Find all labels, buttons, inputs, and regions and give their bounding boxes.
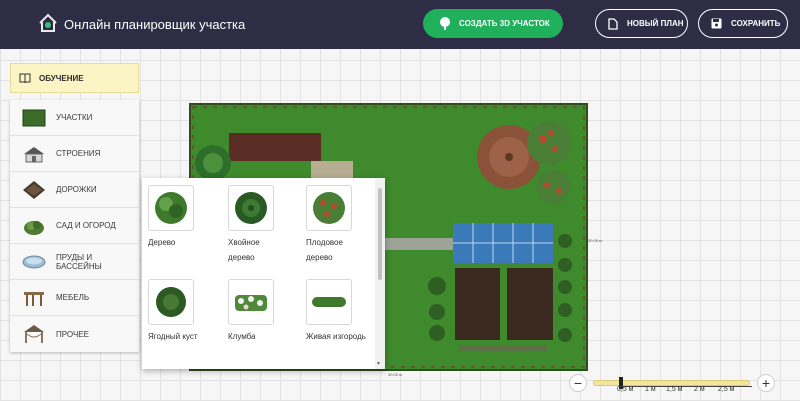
catalog-item-label: Ягодный куст <box>148 332 198 341</box>
greenhouse[interactable] <box>453 223 553 263</box>
zoom-out-button[interactable]: − <box>569 374 587 392</box>
create-3d-label: СОЗДАТЬ 3D УЧАСТОК <box>459 19 550 28</box>
plus-icon: + <box>761 375 771 391</box>
gazebo-icon <box>24 325 44 343</box>
panel-scrollbar[interactable]: ▾ <box>375 178 385 369</box>
catalog-item-label: Плодовое дерево <box>306 238 343 262</box>
sidebar-item-furniture[interactable]: МЕБЕЛЬ <box>10 280 139 316</box>
sidebar-item-ponds[interactable]: ПРУДЫ И БАССЕЙНЫ <box>10 244 139 280</box>
minus-icon: − <box>573 375 583 391</box>
bush[interactable] <box>558 303 572 317</box>
plot-icon <box>22 109 46 126</box>
sidebar-item-label: САД И ОГОРОД <box>56 221 116 230</box>
plot-length-label: 30.00 м <box>388 372 402 377</box>
fruit-tree[interactable] <box>527 121 571 165</box>
create-3d-button[interactable]: СОЗДАТЬ 3D УЧАСТОК <box>423 9 563 38</box>
plot-width-label: 20.00 м <box>588 238 602 243</box>
garden-bed[interactable] <box>507 268 553 340</box>
bush[interactable] <box>558 258 572 272</box>
app-title: Онлайн планировщик участка <box>64 17 246 32</box>
sidebar-item-plots[interactable]: УЧАСТКИ <box>10 100 139 136</box>
sidebar-item-garden[interactable]: САД И ОГОРОД <box>10 208 139 244</box>
bush[interactable] <box>558 280 572 294</box>
catalog-item-conifer[interactable]: Хвойное дерево <box>228 185 298 265</box>
scale-label: 1,5 м <box>666 386 683 393</box>
sidebar-item-label: СТРОЕНИЯ <box>56 149 101 158</box>
tree-icon <box>440 17 450 30</box>
sidebar-item-label: ДОРОЖКИ <box>56 185 97 194</box>
tree-icon <box>155 192 187 224</box>
catalog-item-hedge[interactable]: Живая изгородь <box>306 279 376 344</box>
bush[interactable] <box>428 277 446 295</box>
shrub-icon <box>24 220 44 235</box>
scale-label: 2 м <box>694 386 705 393</box>
zoom-in-button[interactable]: + <box>757 374 775 392</box>
new-plan-button[interactable]: НОВЫЙ ПЛАН <box>595 9 688 38</box>
save-label: СОХРАНИТЬ <box>731 19 781 28</box>
conifer-icon <box>235 192 267 224</box>
top-bar: Онлайн планировщик участка СОЗДАТЬ 3D УЧ… <box>0 0 800 49</box>
sidebar-item-label: ПРОЧЕЕ <box>56 329 89 339</box>
catalog-item-berry-bush[interactable]: Ягодный куст <box>148 279 218 344</box>
pool-icon <box>22 255 46 268</box>
tutorial-button[interactable]: ОБУЧЕНИЕ <box>10 63 139 93</box>
bush[interactable] <box>558 234 572 248</box>
house-icon <box>24 146 44 162</box>
bush[interactable] <box>429 325 445 341</box>
catalog-item-label: Дерево <box>148 238 176 247</box>
scale-label: 1 м <box>645 386 656 393</box>
fruit-tree-icon <box>313 192 345 224</box>
catalog-item-flowerbed[interactable]: Клумба <box>228 279 298 344</box>
catalog-item-label: Живая изгородь <box>306 332 366 341</box>
scroll-down-arrow-icon[interactable]: ▾ <box>377 360 380 367</box>
bush[interactable] <box>558 328 572 342</box>
scale-label: 2,5 м <box>718 386 735 393</box>
gravel-path[interactable] <box>385 238 455 250</box>
sidebar-item-label: ПРУДЫ И БАССЕЙНЫ <box>56 252 102 271</box>
bush[interactable] <box>429 304 445 320</box>
tutorial-label: ОБУЧЕНИЕ <box>39 73 84 83</box>
category-sidebar: УЧАСТКИ СТРОЕНИЯ ДОРОЖКИ САД И ОГОРОД ПР… <box>10 100 139 352</box>
catalog-item-label: Клумба <box>228 332 256 341</box>
berry-bush-icon <box>156 287 186 317</box>
save-button[interactable]: СОХРАНИТЬ <box>698 9 788 38</box>
sidebar-item-paths[interactable]: ДОРОЖКИ <box>10 172 139 208</box>
hedge-row[interactable] <box>459 345 547 351</box>
sidebar-item-label: МЕБЕЛЬ <box>56 293 90 302</box>
palm-tree[interactable] <box>195 145 231 181</box>
document-icon <box>608 17 618 30</box>
garden-bed[interactable] <box>455 268 500 340</box>
sidebar-item-other[interactable]: ПРОЧЕЕ <box>10 316 139 352</box>
catalog-item-fruit-tree[interactable]: Плодовое дерево <box>306 185 376 265</box>
catalog-item-label: Хвойное дерево <box>228 238 260 262</box>
hedge-icon <box>312 297 346 307</box>
garden-items-panel: Дерево Хвойное дерево Плодовое дерево Яг… <box>142 178 385 369</box>
fruit-tree[interactable] <box>536 170 570 204</box>
sidebar-item-label: УЧАСТКИ <box>56 113 93 122</box>
new-plan-label: НОВЫЙ ПЛАН <box>627 19 684 28</box>
table-icon <box>24 291 44 306</box>
house-roof[interactable] <box>229 133 321 161</box>
catalog-item-tree[interactable]: Дерево <box>148 185 218 250</box>
book-icon <box>19 73 31 83</box>
sidebar-item-buildings[interactable]: СТРОЕНИЯ <box>10 136 139 172</box>
paving-icon <box>23 180 45 199</box>
scale-label: 0,5 м <box>617 386 634 393</box>
house-logo-icon <box>39 13 57 32</box>
flowerbed-icon <box>235 295 267 311</box>
scrollbar-thumb[interactable] <box>378 188 382 280</box>
floppy-icon <box>711 18 722 29</box>
